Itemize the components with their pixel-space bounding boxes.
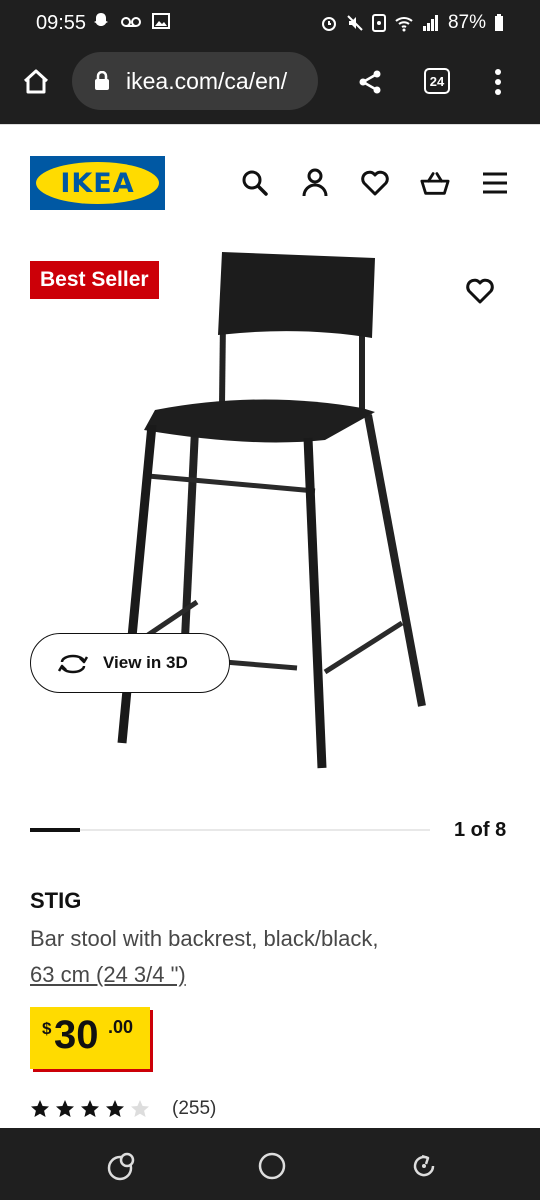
status-bar: 09:55 87% [0, 0, 540, 48]
address-bar[interactable]: ikea.com/ca/en/ [72, 52, 318, 110]
user-icon [302, 168, 328, 197]
product-size-link[interactable]: 63 cm (24 3/4 ") [30, 962, 186, 988]
basket-icon [420, 172, 450, 195]
home-nav-button[interactable] [254, 1148, 290, 1184]
gallery-icon [152, 13, 170, 29]
product-name: STIG [30, 888, 82, 913]
assistant-icon [107, 1152, 135, 1181]
status-left-icons [92, 12, 170, 32]
star-empty-icon [131, 1100, 149, 1117]
price-tag: $ 30 .00 [30, 1007, 150, 1069]
circle-home-icon [258, 1152, 286, 1180]
system-nav-bar [0, 1128, 540, 1200]
logo-wordmark: IKEA [60, 168, 135, 199]
star-filled-icon [31, 1100, 49, 1117]
rotate-button[interactable] [406, 1148, 442, 1184]
rotate-icon [413, 1154, 435, 1177]
price-currency: $ [42, 1019, 52, 1038]
battery-percent: 87% [447, 12, 486, 33]
nfc-icon [371, 14, 386, 32]
add-to-favourites-button[interactable] [463, 274, 497, 308]
tab-switcher-button[interactable]: 24 [424, 68, 450, 94]
product-image[interactable] [100, 240, 440, 780]
url-text: ikea.com/ca/en/ [126, 68, 288, 94]
voicemail-icon [121, 17, 141, 27]
home-button[interactable] [16, 62, 56, 102]
price-integer: 30 [54, 1013, 99, 1057]
rotate-3d-icon [57, 654, 89, 674]
status-right: 87% [320, 12, 504, 34]
star-filled-icon [81, 1100, 99, 1117]
home-icon [23, 69, 49, 94]
favourites-button[interactable] [360, 168, 390, 198]
wifi-icon [395, 17, 413, 32]
star-filled-icon [106, 1100, 124, 1117]
assistant-button[interactable] [104, 1148, 140, 1184]
hamburger-icon [483, 172, 507, 194]
share-icon [359, 70, 381, 94]
rating-count[interactable]: (255) [172, 1098, 216, 1120]
status-time: 09:55 [36, 12, 87, 34]
snapchat-icon [94, 13, 108, 26]
signal-icon [422, 15, 438, 31]
search-button[interactable] [240, 168, 270, 198]
heart-icon [361, 170, 389, 196]
ikea-logo[interactable]: IKEA [30, 156, 165, 210]
best-seller-badge: Best Seller [30, 261, 159, 299]
carousel-counter: 1 of 8 [454, 819, 507, 841]
heart-icon [466, 278, 494, 304]
carousel-progress-track [30, 828, 430, 832]
mute-icon [347, 15, 363, 31]
cart-button[interactable] [420, 168, 450, 198]
search-icon [242, 170, 268, 196]
rating-stars[interactable] [30, 1099, 150, 1119]
main-menu-button[interactable] [480, 168, 510, 198]
lock-icon [95, 71, 109, 90]
carousel-progress-fill [30, 828, 80, 832]
more-vert-icon [495, 69, 501, 95]
share-button[interactable] [350, 62, 390, 102]
browser-menu-button[interactable] [484, 62, 512, 102]
battery-icon [495, 14, 503, 31]
account-button[interactable] [300, 168, 330, 198]
alarm-icon [321, 17, 336, 31]
header-divider [0, 124, 540, 125]
view-in-3d-label: View in 3D [103, 653, 188, 672]
browser-toolbar: ikea.com/ca/en/ 24 [0, 48, 540, 124]
price-decimal: .00 [108, 1017, 134, 1037]
star-filled-icon [56, 1100, 74, 1117]
product-description: Bar stool with backrest, black/black, [30, 926, 379, 951]
view-in-3d-button[interactable]: View in 3D [30, 633, 230, 693]
